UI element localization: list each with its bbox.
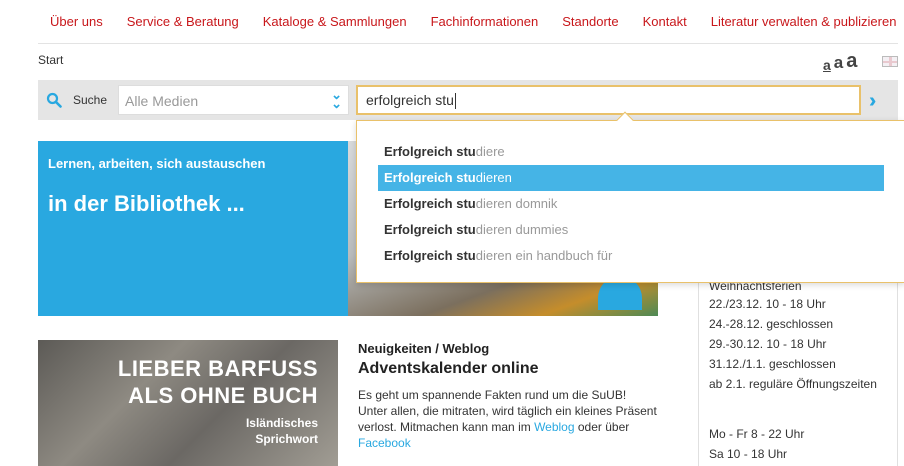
breadcrumb[interactable]: Start (38, 53, 63, 67)
suggestion-item-selected[interactable]: Erfolgreich studieren (378, 165, 884, 191)
hours-line: 22./23.12. 10 - 18 Uhr (709, 297, 826, 311)
suggestion-item[interactable]: Erfolgreich studieren domnik (378, 191, 884, 217)
hours-regular: Mo - Fr 8 - 22 Uhr (709, 427, 805, 441)
font-size-switcher: a a a (823, 50, 857, 73)
nav-kontakt[interactable]: Kontakt (643, 14, 687, 29)
weblog-link[interactable]: Weblog (534, 420, 574, 434)
nav-ueber-uns[interactable]: Über uns (50, 14, 103, 29)
main-nav: Über uns Service & Beratung Kataloge & S… (38, 0, 898, 44)
hours-line: ab 2.1. reguläre Öffnungszeiten (709, 377, 877, 391)
hero-title: in der Bibliothek ... (48, 191, 245, 216)
font-size-medium[interactable]: a (834, 53, 843, 73)
search-input[interactable]: erfolgreich stu (356, 85, 861, 115)
news-body: Es geht um spannende Fakten rund um die … (358, 387, 658, 451)
quote-line: LIEBER BARFUSS (117, 356, 318, 381)
news-category[interactable]: Neuigkeiten / Weblog (358, 341, 489, 356)
quote-source: Isländisches (245, 416, 318, 430)
nav-service-beratung[interactable]: Service & Beratung (127, 14, 239, 29)
font-size-large[interactable]: a (846, 50, 857, 73)
hours-line: 24.-28.12. geschlossen (709, 317, 834, 331)
hero-subtitle: Lernen, arbeiten, sich austauschen (48, 156, 266, 171)
chevron-double-down-icon: ⌄ ⌄ (331, 87, 342, 111)
quote-source: Sprichwort (255, 432, 318, 446)
nav-kataloge-sammlungen[interactable]: Kataloge & Sammlungen (263, 14, 407, 29)
nav-standorte[interactable]: Standorte (562, 14, 618, 29)
search-submit-icon[interactable]: ›› (869, 90, 878, 113)
facebook-link[interactable]: Facebook (358, 436, 411, 450)
nav-fachinformationen[interactable]: Fachinformationen (431, 14, 539, 29)
news-text: oder über (574, 420, 630, 434)
suggestion-item[interactable]: Erfolgreich studieren dummies (378, 217, 884, 243)
hours-line: 29.-30.12. 10 - 18 Uhr (709, 337, 827, 351)
search-query-text: erfolgreich stu (366, 92, 454, 108)
quote-line: ALS OHNE BUCH (128, 383, 318, 408)
text-caret (454, 93, 456, 110)
hours-regular: Sa 10 - 18 Uhr (709, 447, 788, 461)
hours-line: 31.12./1.1. geschlossen (709, 357, 836, 371)
suggestion-item[interactable]: Erfolgreich studiere (378, 139, 884, 165)
media-scope-value: Alle Medien (125, 93, 199, 109)
autocomplete-dropdown: Erfolgreich studiere Erfolgreich studier… (356, 111, 904, 283)
quote-teaser[interactable]: LIEBER BARFUSS ALS OHNE BUCH Isländische… (38, 340, 338, 466)
font-size-small[interactable]: a (823, 57, 831, 73)
hero-teaser[interactable]: Lernen, arbeiten, sich austauschen in de… (38, 141, 350, 316)
search-icon[interactable] (46, 92, 62, 108)
suggestion-item[interactable]: Erfolgreich studieren ein handbuch für (378, 243, 884, 269)
search-bar: Suche Alle Medien ⌄ ⌄ erfolgreich stu ›› (38, 80, 898, 120)
english-flag-icon[interactable] (882, 56, 898, 67)
search-label: Suche (73, 93, 108, 107)
news-title[interactable]: Adventskalender online (358, 360, 539, 378)
nav-literatur-verwalten[interactable]: Literatur verwalten & publizieren (711, 14, 897, 29)
media-scope-select[interactable]: Alle Medien ⌄ ⌄ (118, 85, 349, 115)
